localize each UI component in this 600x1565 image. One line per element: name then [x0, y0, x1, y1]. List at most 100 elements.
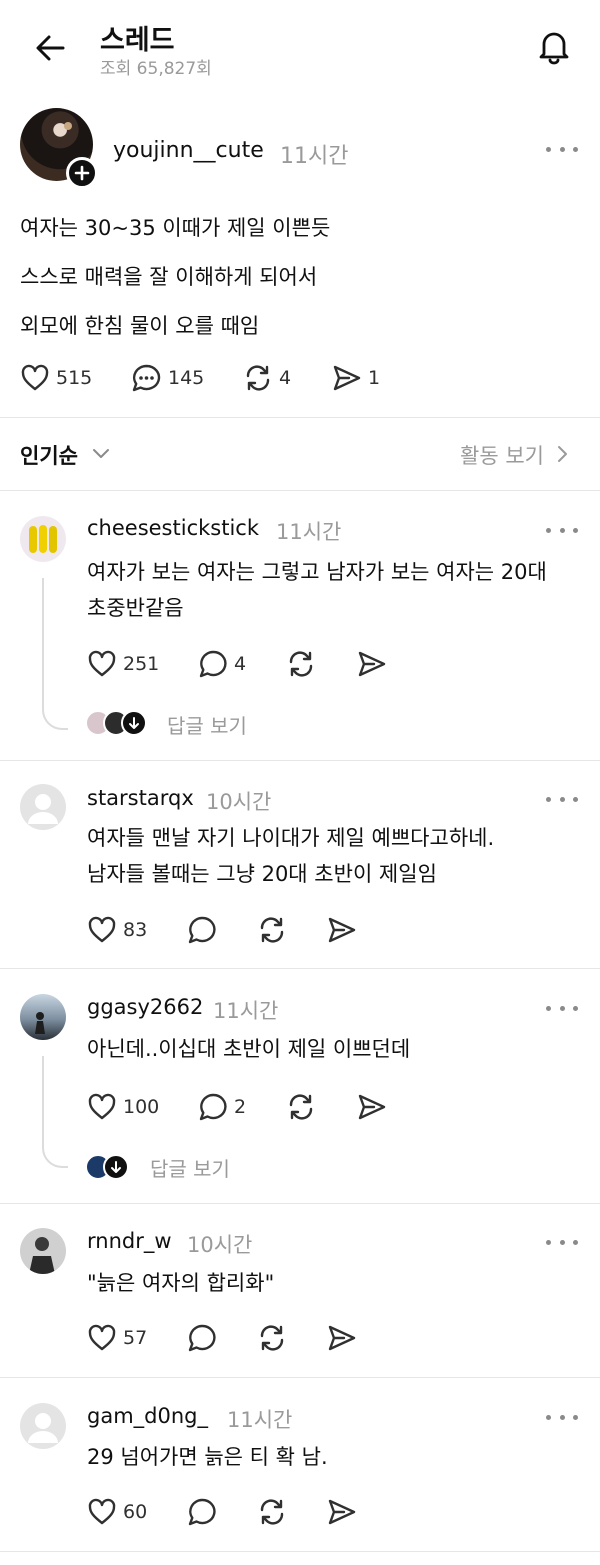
heart-icon — [88, 650, 116, 677]
like-button[interactable]: 83 — [87, 915, 147, 945]
page-title: 스레드 — [100, 25, 175, 56]
share-button[interactable] — [357, 1092, 387, 1122]
share-button[interactable] — [327, 1497, 357, 1527]
person-silhouette-image — [29, 1237, 55, 1274]
sort-dropdown[interactable]: 인기순 — [20, 440, 78, 470]
repost-icon — [260, 917, 284, 943]
arrow-down-icon — [111, 1161, 121, 1173]
repost-count: 4 — [279, 367, 292, 389]
post-text-line: 스스로 매력을 잘 이해하게 되어서 — [20, 265, 318, 289]
paper-plane-icon — [328, 917, 356, 943]
comment-text-line: 초중반같음 — [87, 596, 184, 620]
comment-more-button[interactable] — [546, 1407, 578, 1427]
bell-icon — [539, 32, 569, 65]
like-button[interactable]: 100 — [87, 1092, 159, 1122]
comment-username[interactable]: cheesestickstick — [87, 516, 259, 540]
like-button[interactable]: 251 — [87, 649, 159, 679]
repost-button[interactable] — [257, 1497, 287, 1527]
paper-plane-icon — [328, 1325, 356, 1351]
comment-text-line: 29 넘어가면 늙은 티 확 남. — [87, 1445, 328, 1469]
like-count: 60 — [123, 1501, 148, 1523]
reply-button[interactable]: 4 — [198, 649, 246, 679]
share-button[interactable] — [327, 915, 357, 945]
repost-icon — [289, 651, 313, 677]
comment-button[interactable]: 145 — [131, 363, 204, 393]
comment-more-button[interactable] — [546, 998, 578, 1018]
divider — [0, 968, 600, 969]
share-button[interactable] — [357, 649, 387, 679]
activity-link[interactable]: 활동 보기 — [460, 440, 544, 470]
comment-username[interactable]: rnndr_w — [87, 1229, 172, 1253]
chevron-right-icon[interactable] — [556, 444, 570, 464]
like-count: 515 — [56, 367, 93, 389]
more-dots-icon — [546, 527, 551, 533]
like-button[interactable]: 60 — [87, 1497, 147, 1527]
arrow-left-icon — [36, 35, 65, 61]
comment-time: 11시간 — [227, 1408, 293, 1432]
chevron-down-icon[interactable] — [92, 447, 110, 461]
avatar[interactable] — [20, 1403, 66, 1449]
header: 스레드 조회 65,827회 — [0, 0, 600, 95]
comment-time: 10시간 — [187, 1233, 253, 1257]
post-username[interactable]: youjinn__cute — [113, 138, 264, 163]
paper-plane-icon — [358, 651, 386, 677]
comment-more-button[interactable] — [546, 789, 578, 809]
post-more-button[interactable] — [546, 139, 578, 159]
thread-line — [42, 578, 68, 730]
like-count: 83 — [123, 919, 148, 941]
avatar[interactable] — [20, 784, 66, 830]
like-button[interactable]: 57 — [87, 1323, 147, 1353]
repost-button[interactable] — [257, 915, 287, 945]
share-count: 1 — [368, 367, 381, 389]
comment-username[interactable]: gam_d0ng_ — [87, 1404, 208, 1428]
avatar[interactable] — [20, 516, 66, 562]
corn-image — [29, 525, 57, 553]
paper-plane-icon — [358, 1094, 386, 1120]
comment-more-button[interactable] — [546, 520, 578, 540]
divider — [0, 1203, 600, 1204]
reply-avatars[interactable] — [85, 710, 147, 736]
back-button[interactable] — [30, 28, 70, 68]
notifications-button[interactable] — [534, 26, 574, 66]
avatar[interactable] — [20, 1228, 66, 1274]
divider — [0, 1377, 600, 1378]
divider — [0, 417, 600, 418]
share-button[interactable] — [327, 1323, 357, 1353]
heart-icon — [88, 1498, 116, 1525]
plus-icon — [74, 165, 90, 181]
follow-button[interactable] — [66, 157, 98, 189]
reply-button[interactable] — [187, 915, 217, 945]
comment-username[interactable]: starstarqx — [87, 786, 194, 810]
like-button[interactable]: 515 — [20, 363, 92, 393]
reply-button[interactable] — [187, 1323, 217, 1353]
reply-button[interactable]: 2 — [198, 1092, 246, 1122]
comment-more-button[interactable] — [546, 1232, 578, 1252]
repost-button[interactable] — [286, 1092, 316, 1122]
heart-icon — [21, 364, 49, 391]
comment-username[interactable]: ggasy2662 — [87, 995, 203, 1019]
speech-bubble-icon — [199, 1093, 227, 1121]
avatar[interactable] — [20, 994, 66, 1040]
repost-button[interactable] — [257, 1323, 287, 1353]
heart-icon — [88, 916, 116, 943]
reply-avatars[interactable] — [85, 1154, 129, 1180]
expand-replies — [103, 1154, 129, 1180]
reply-count: 2 — [234, 1096, 247, 1118]
more-dots-icon — [546, 146, 551, 152]
repost-button[interactable] — [286, 649, 316, 679]
reply-button[interactable] — [187, 1497, 217, 1527]
share-button[interactable]: 1 — [332, 363, 380, 393]
expand-replies — [121, 710, 147, 736]
post-time: 11시간 — [280, 144, 349, 169]
person-silhouette-image — [35, 1012, 45, 1034]
view-replies-link[interactable]: 답글 보기 — [150, 1153, 230, 1182]
repost-button[interactable]: 4 — [243, 363, 291, 393]
divider — [0, 1551, 600, 1552]
divider — [0, 490, 600, 491]
speech-bubble-icon — [188, 1498, 216, 1526]
speech-bubble-icon — [188, 1324, 216, 1352]
comment-text-line: 남자들 볼때는 그냥 20대 초반이 제일임 — [87, 862, 437, 886]
view-replies-link[interactable]: 답글 보기 — [167, 710, 247, 739]
comment-time: 11시간 — [213, 999, 279, 1023]
more-dots-icon — [546, 796, 551, 802]
